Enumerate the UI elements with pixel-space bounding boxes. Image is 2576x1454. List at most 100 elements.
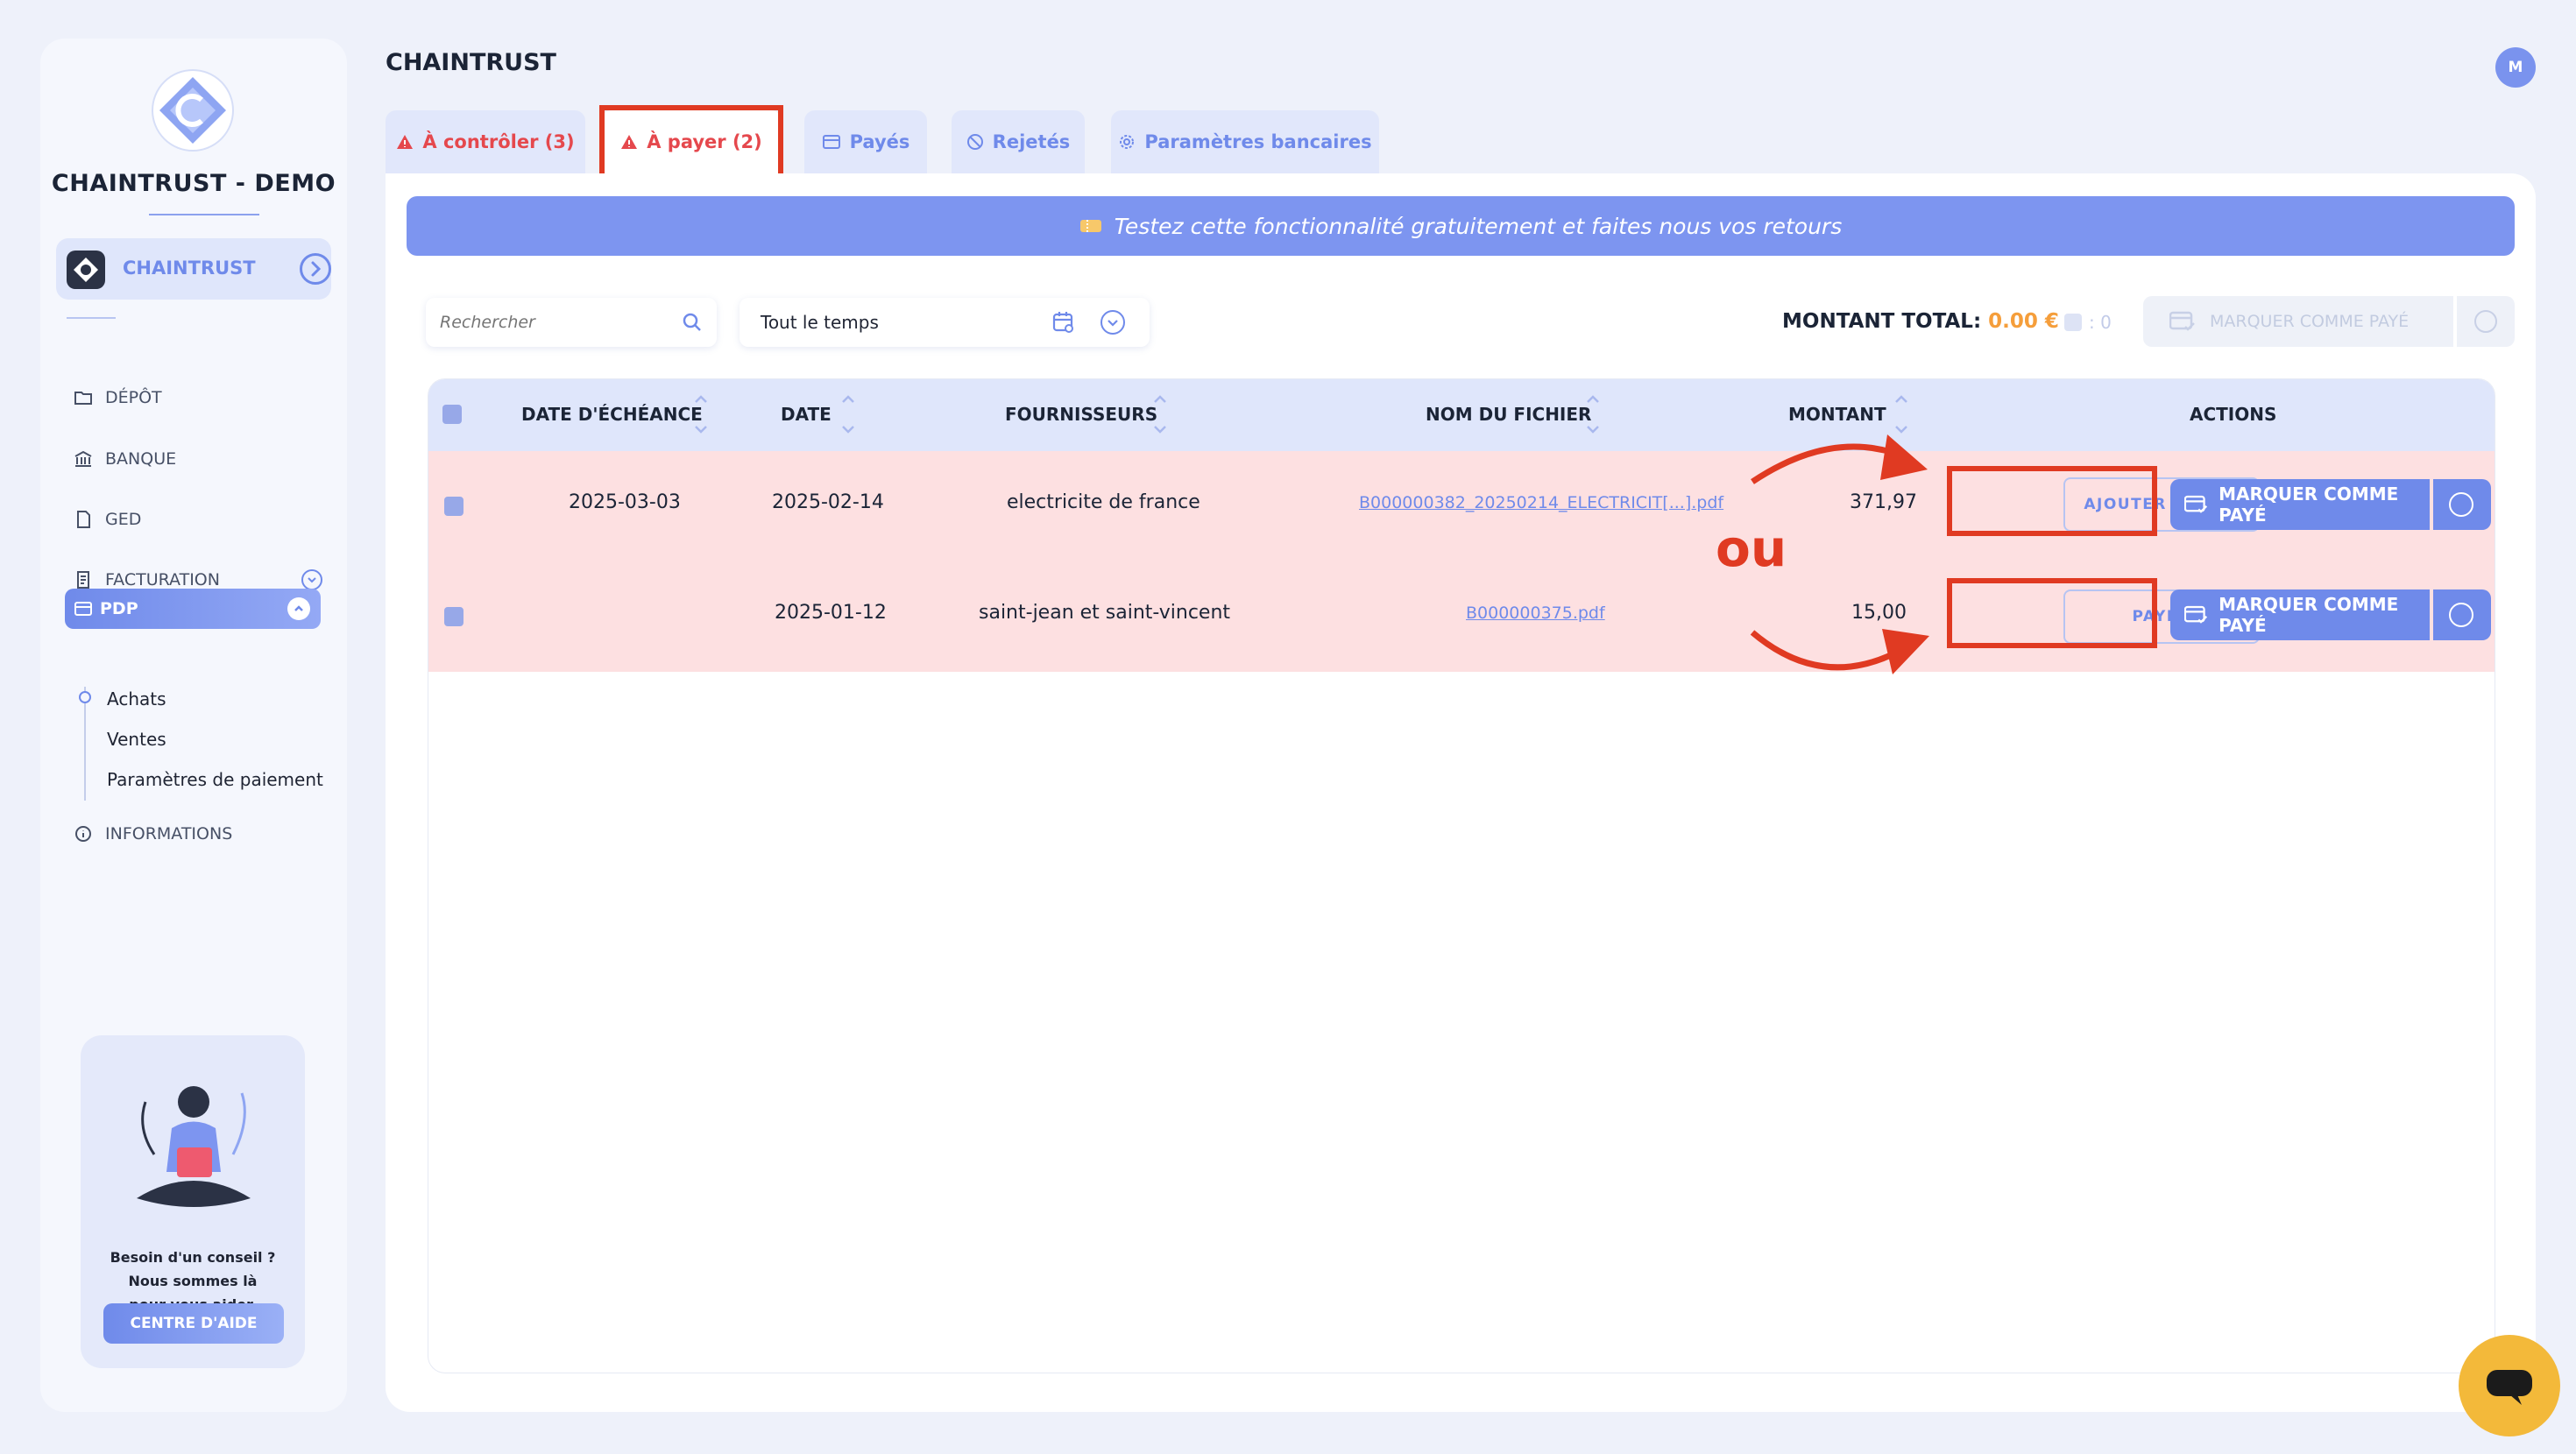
document-icon [72,508,95,531]
select-all-checkbox[interactable] [442,405,462,424]
submenu-active-dot [79,691,91,703]
table-header: DATE D'ÉCHÉANCE DATE FOURNISSEURS NOM DU… [428,379,2495,451]
tab-label: Payés [849,131,910,152]
chevron-down-icon [2449,492,2473,517]
info-icon [72,822,95,845]
sidebar-item-label: FACTURATION [105,570,220,589]
sidebar-item-depot[interactable]: DÉPÔT [72,380,326,415]
row-checkbox[interactable] [444,497,464,516]
card-icon [822,135,840,149]
submenu-achats[interactable]: Achats [107,688,166,709]
mark-paid-button[interactable]: MARQUER COMME PAYÉ [2170,589,2430,640]
cell-date: 2025-01-12 [775,602,887,624]
sidebar-item-informations[interactable]: INFORMATIONS [72,816,326,851]
sidebar-item-pdp[interactable]: PDP [65,589,321,629]
sidebar-item-ged[interactable]: GED [72,502,326,537]
sort-icon[interactable] [1585,392,1601,437]
search-icon[interactable] [682,312,703,333]
brand-underline [149,214,259,215]
chevron-down-icon [2474,310,2497,333]
sidebar-item-banque[interactable]: BANQUE [72,441,326,476]
cell-amount: 371,97 [1850,491,1917,513]
total-amount: MONTANT TOTAL: 0.00 € [1782,310,2059,333]
calendar-search-icon[interactable] [1051,310,1076,335]
mark-paid-button[interactable]: MARQUER COMME PAYÉ [2170,479,2430,530]
annotation-highlight [1947,466,2157,536]
chevron-up-icon[interactable] [287,597,310,620]
feedback-banner: Testez cette fonctionnalité gratuitement… [407,196,2515,256]
mark-paid-label: MARQUER COMME PAYÉ [2219,483,2399,526]
avatar[interactable]: M [2495,47,2536,88]
cell-due-date: 2025-03-03 [569,491,681,513]
chevron-down-icon[interactable] [1100,310,1125,335]
invoices-table: DATE D'ÉCHÉANCE DATE FOURNISSEURS NOM DU… [428,378,2495,1373]
row-actions-dropdown[interactable] [2431,479,2491,530]
total-label: MONTANT TOTAL: [1782,310,1982,333]
search-box[interactable] [426,298,717,347]
mark-all-paid-button[interactable]: MARQUER COMME PAYÉ [2143,296,2453,347]
help-center-button[interactable]: CENTRE D'AIDE [103,1303,284,1344]
cell-supplier: electricite de france [1007,491,1200,513]
tab-payes[interactable]: Payés [804,110,927,173]
column-header-date[interactable]: DATE [781,404,832,425]
chevron-down-icon[interactable] [301,569,322,590]
ticket-icon [1079,220,1101,232]
submenu-parametres-paiement[interactable]: Paramètres de paiement [107,769,323,790]
help-line: Besoin d'un conseil ? [110,1249,276,1266]
sort-icon[interactable] [693,392,709,437]
file-link[interactable]: B000000375.pdf [1466,603,1605,623]
bank-icon [72,448,95,470]
sidebar: CHAINTRUST - DEMO CHAINTRUST DÉPÔT BANQU… [40,39,347,1412]
sort-icon[interactable] [840,392,856,437]
org-logo-icon [67,251,105,289]
mark-paid-label: MARQUER COMME PAYÉ [2219,594,2399,636]
annotation-highlight [599,105,783,179]
tab-a-controler[interactable]: À contrôler (3) [386,110,585,173]
tab-label: À contrôler (3) [422,131,575,152]
table-row: 2025-03-03 2025-02-14 electricite de fra… [428,451,2495,561]
folder-icon [72,386,95,409]
file-link[interactable]: B000000382_20250214_ELECTRICIT[...].pdf [1359,493,1723,512]
total-value: 0.00 € [1988,310,2059,333]
sort-icon[interactable] [1152,392,1168,437]
column-header-amount[interactable]: MONTANT [1788,404,1886,425]
sidebar-item-label: INFORMATIONS [105,824,233,843]
card-check-icon [2184,605,2208,624]
page-title: CHAINTRUST [386,49,556,76]
mark-all-dropdown[interactable] [2457,296,2515,347]
tab-label: Rejetés [992,131,1071,152]
org-name: CHAINTRUST [123,258,256,279]
period-selector[interactable]: Tout le temps [740,298,1150,347]
help-line: Nous sommes là [128,1273,258,1289]
main-panel: Testez cette fonctionnalité gratuitement… [386,173,2536,1412]
chat-widget-button[interactable] [2459,1335,2560,1436]
separator [67,317,116,319]
mark-all-label: MARQUER COMME PAYÉ [2210,312,2410,331]
block-icon [966,134,983,150]
search-input[interactable] [440,308,676,336]
cell-date: 2025-02-14 [772,491,884,513]
row-checkbox[interactable] [444,607,464,626]
submenu-ventes[interactable]: Ventes [107,729,166,750]
tab-rejetes[interactable]: Rejetés [952,110,1085,173]
column-header-suppliers[interactable]: FOURNISSEURS [1005,404,1157,425]
chevron-right-icon[interactable] [300,253,331,285]
cell-supplier: saint-jean et saint-vincent [979,602,1231,624]
banner-text: Testez cette fonctionnalité gratuitement… [1114,213,1843,239]
column-header-actions: ACTIONS [2190,404,2277,425]
submenu-line [84,687,86,801]
annotation-highlight [1947,578,2157,648]
gear-icon [1120,135,1135,149]
column-header-filename[interactable]: NOM DU FICHIER [1426,404,1591,425]
column-header-due-date[interactable]: DATE D'ÉCHÉANCE [521,404,703,425]
sort-icon[interactable] [1893,392,1909,437]
table-row: 2025-01-12 saint-jean et saint-vincent B… [428,561,2495,672]
tab-label: Paramètres bancaires [1144,131,1372,152]
selected-count: : 0 [2064,312,2112,333]
organization-selector[interactable]: CHAINTRUST [56,238,331,300]
tab-parametres-bancaires[interactable]: Paramètres bancaires [1111,110,1379,173]
selected-count-text: : 0 [2089,312,2112,333]
sidebar-item-label: DÉPÔT [105,388,162,407]
row-actions-dropdown[interactable] [2431,589,2491,640]
checkbox-icon [2064,314,2082,331]
